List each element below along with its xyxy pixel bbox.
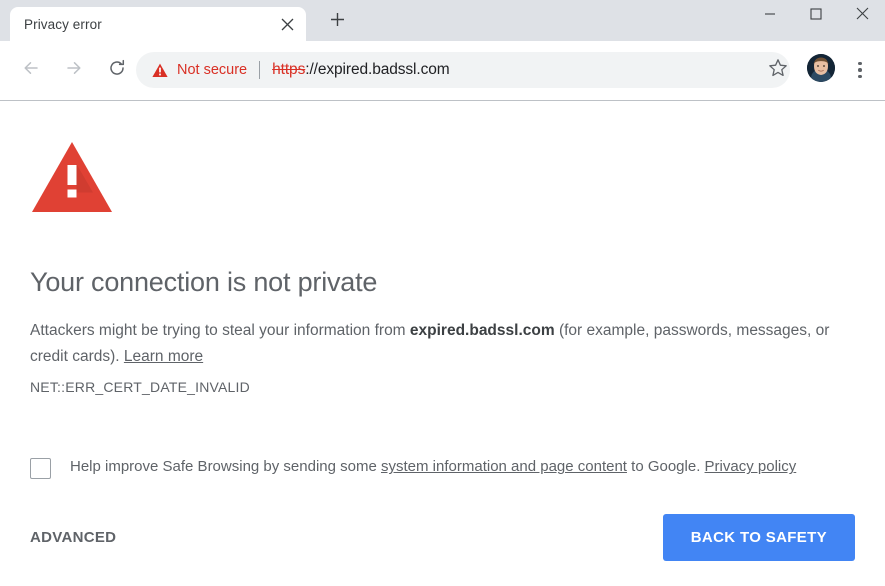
star-icon [768,58,788,83]
maximize-button[interactable] [793,0,839,32]
ssl-interstitial-page: Your connection is not private Attackers… [0,102,885,586]
affected-host: expired.badssl.com [409,322,555,340]
address-bar[interactable]: Not secure https://expired.badssl.com [136,52,790,88]
optin-part1: Help improve Safe Browsing by sending so… [70,458,381,476]
url-text: https://expired.badssl.com [272,61,450,79]
safe-browsing-optin-row: Help improve Safe Browsing by sending so… [30,456,852,480]
description-part1: Attackers might be trying to steal your … [30,322,410,340]
learn-more-link[interactable]: Learn more [124,348,203,365]
tab-title: Privacy error [24,16,102,32]
arrow-right-icon [64,58,84,83]
safe-browsing-optin-text: Help improve Safe Browsing by sending so… [70,456,796,478]
warning-triangle-icon [30,140,114,214]
menu-dot-icon [858,68,862,72]
arrow-left-icon [21,58,41,83]
advanced-button[interactable]: ADVANCED [30,529,116,546]
menu-dot-icon [858,74,862,79]
back-to-safety-button[interactable]: BACK TO SAFETY [662,514,855,561]
minimize-button[interactable] [747,0,793,32]
reload-button[interactable] [98,52,136,90]
interstitial-content: Your connection is not private Attackers… [30,140,852,480]
browser-toolbar: Not secure https://expired.badssl.com [0,41,885,101]
plus-icon [330,12,345,32]
reload-icon [107,58,127,83]
close-window-button[interactable] [839,0,885,32]
url-scheme: https [272,61,306,78]
tab-privacy-error[interactable]: Privacy error [10,7,306,41]
menu-dot-icon [858,61,862,66]
safe-browsing-checkbox[interactable] [30,458,51,480]
chrome-menu-button[interactable] [845,55,875,85]
interstitial-footer: ADVANCED BACK TO SAFETY [30,514,855,561]
new-tab-button[interactable] [322,7,352,37]
page-title: Your connection is not private [30,267,378,297]
maximize-icon [810,7,822,25]
tab-strip: Privacy error [0,0,885,41]
avatar[interactable] [807,54,835,82]
forward-button[interactable] [55,52,93,90]
optin-part2: to Google. [626,458,705,476]
minimize-icon [764,7,776,25]
close-icon [856,7,869,25]
interstitial-description: Attackers might be trying to steal your … [30,318,840,370]
omnibox-divider [259,61,261,79]
security-status-label[interactable]: Not secure [177,62,247,78]
browser-window: Privacy error Not secure https://expired… [0,0,885,586]
system-information-link[interactable]: system information and page content [381,458,627,475]
warning-triangle-icon [152,63,168,78]
back-button[interactable] [12,52,50,90]
privacy-policy-link[interactable]: Privacy policy [705,458,797,475]
error-code: NET::ERR_CERT_DATE_INVALID [30,379,250,396]
close-icon[interactable] [274,11,300,37]
url-rest: ://expired.badssl.com [305,61,450,78]
bookmark-button[interactable] [763,55,793,85]
window-controls [747,0,885,41]
